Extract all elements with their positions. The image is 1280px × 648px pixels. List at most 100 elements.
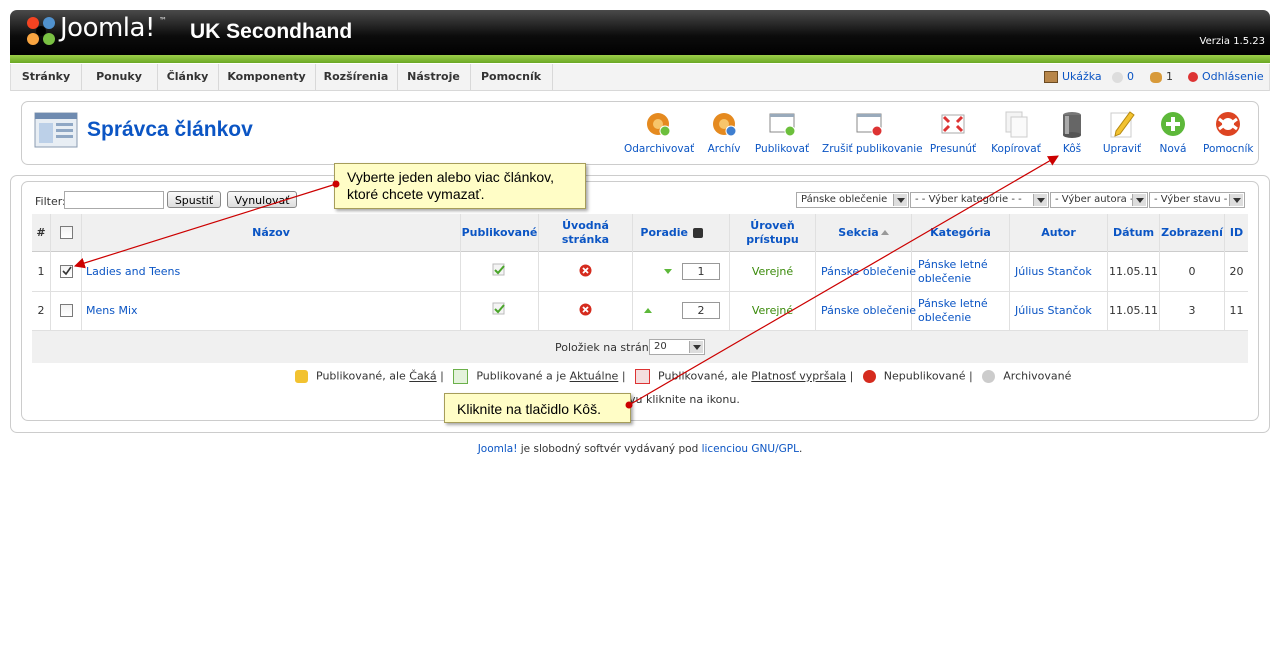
header-published[interactable]: Publikované bbox=[461, 214, 538, 251]
trash-button[interactable]: Kôš bbox=[1055, 110, 1089, 160]
menu-menus[interactable]: Ponuky bbox=[81, 64, 158, 90]
archive-icon bbox=[713, 113, 737, 137]
access-level[interactable]: Verejné bbox=[730, 291, 815, 330]
category-link[interactable]: Pánske letné oblečenie bbox=[918, 252, 1004, 291]
header-frontpage[interactable]: Úvodná stránka bbox=[539, 214, 632, 251]
author-select[interactable]: - Výber autora - bbox=[1050, 192, 1148, 208]
header-section[interactable]: Sekcia bbox=[816, 214, 911, 251]
header-author[interactable]: Autor bbox=[1010, 214, 1107, 251]
unpublish-button[interactable]: Zrušiť publikovanie bbox=[822, 110, 923, 160]
article-manager-icon bbox=[34, 112, 78, 148]
reset-button[interactable]: Vynulovať bbox=[227, 191, 297, 208]
license-link[interactable]: licenciou GNU/GPL bbox=[702, 443, 799, 455]
not-frontpage-icon[interactable] bbox=[579, 303, 592, 316]
unpublished-icon bbox=[862, 370, 876, 383]
category-link[interactable]: Pánske letné oblečenie bbox=[918, 291, 1004, 330]
section-select[interactable]: Pánske oblečenie bbox=[796, 192, 909, 208]
order-input[interactable]: 2 bbox=[682, 302, 720, 319]
row-checkbox[interactable] bbox=[60, 304, 73, 317]
article-title-link[interactable]: Mens Mix bbox=[86, 291, 138, 330]
move-up-icon[interactable] bbox=[644, 308, 652, 313]
current-icon bbox=[453, 369, 469, 384]
version-label: Verzia 1.5.23 bbox=[1199, 36, 1265, 47]
legend-hint: vu kliknite na ikonu. bbox=[629, 393, 740, 406]
select-all-checkbox[interactable] bbox=[60, 226, 73, 239]
hits-cell: 0 bbox=[1188, 264, 1196, 278]
category-select[interactable]: - - Výber kategórie - - bbox=[910, 192, 1049, 208]
pending-icon bbox=[295, 370, 308, 383]
order-input[interactable]: 1 bbox=[682, 263, 720, 280]
header-num: # bbox=[36, 225, 46, 239]
joomla-logo-text: Joomla! bbox=[60, 13, 155, 43]
menu-tools[interactable]: Nástroje bbox=[397, 64, 471, 90]
hits-cell: 3 bbox=[1188, 303, 1196, 317]
move-button[interactable]: Presunúť bbox=[929, 110, 977, 160]
header-date[interactable]: Dátum bbox=[1108, 214, 1159, 251]
chevron-down-icon bbox=[1229, 194, 1243, 206]
callout-select-articles: Vyberte jeden alebo viac článkov, ktoré … bbox=[334, 163, 586, 209]
new-icon bbox=[1161, 112, 1185, 136]
copy-button[interactable]: Kopírovať bbox=[990, 110, 1042, 160]
page-title: Správca článkov bbox=[87, 118, 253, 141]
publish-icon bbox=[769, 113, 796, 137]
help-button[interactable]: Pomocník bbox=[1203, 110, 1253, 160]
article-title-link[interactable]: Ladies and Teens bbox=[86, 252, 180, 291]
menu-components[interactable]: Komponenty bbox=[218, 64, 316, 90]
filter-input[interactable] bbox=[64, 191, 164, 209]
users-indicator[interactable]: 1 bbox=[1150, 64, 1173, 90]
author-link[interactable]: Július Stančok bbox=[1015, 291, 1092, 330]
menu-articles[interactable]: Články bbox=[157, 64, 219, 90]
preview-link[interactable]: Ukážka bbox=[1044, 64, 1102, 90]
menu-help[interactable]: Pomocník bbox=[470, 64, 553, 90]
logout-icon bbox=[1188, 72, 1198, 82]
published-icon[interactable] bbox=[492, 263, 506, 277]
header-id[interactable]: ID bbox=[1225, 214, 1248, 251]
header-category[interactable]: Kategória bbox=[912, 214, 1009, 251]
logout-link[interactable]: Odhlásenie bbox=[1188, 64, 1264, 90]
filter-label: Filter: bbox=[35, 195, 66, 208]
go-button[interactable]: Spustiť bbox=[167, 191, 221, 208]
access-level[interactable]: Verejné bbox=[730, 252, 815, 291]
edit-button[interactable]: Upraviť bbox=[1102, 110, 1142, 160]
expired-icon bbox=[635, 369, 651, 384]
status-legend: Publikované, ale Čaká | Publikované a je… bbox=[295, 369, 1071, 384]
header-hits[interactable]: Zobrazení bbox=[1160, 214, 1224, 251]
header-order[interactable]: Poradie bbox=[633, 214, 703, 251]
edit-icon bbox=[1110, 111, 1135, 138]
row-checkbox[interactable] bbox=[60, 265, 73, 278]
published-icon[interactable] bbox=[492, 302, 506, 316]
move-down-icon[interactable] bbox=[664, 269, 672, 274]
unarchive-icon bbox=[647, 113, 671, 137]
chevron-down-icon bbox=[1033, 194, 1047, 206]
joomla-link[interactable]: Joomla! bbox=[478, 443, 518, 455]
row-number: 2 bbox=[37, 303, 45, 317]
copy-icon bbox=[1005, 111, 1028, 138]
per-page-select[interactable]: 20 bbox=[649, 339, 705, 355]
not-frontpage-icon[interactable] bbox=[579, 264, 592, 277]
menu-extensions[interactable]: Rozšírenia bbox=[315, 64, 398, 90]
archive-button[interactable]: Archív bbox=[704, 110, 744, 160]
section-link[interactable]: Pánske oblečenie bbox=[821, 291, 916, 330]
sort-asc-icon bbox=[880, 230, 889, 235]
header-access[interactable]: Úroveň prístupu bbox=[730, 214, 815, 251]
save-order-icon[interactable] bbox=[693, 227, 703, 238]
check-icon bbox=[62, 266, 72, 276]
messages-indicator[interactable]: 0 bbox=[1112, 64, 1134, 90]
publish-button[interactable]: Publikovať bbox=[754, 110, 810, 160]
users-icon bbox=[1150, 71, 1162, 83]
move-icon bbox=[941, 114, 965, 134]
state-select[interactable]: - Výber stavu - bbox=[1149, 192, 1245, 208]
site-name: UK Secondhand bbox=[190, 20, 353, 43]
unpublish-icon bbox=[856, 113, 883, 137]
archived-icon bbox=[982, 370, 996, 383]
author-link[interactable]: Július Stančok bbox=[1015, 252, 1092, 291]
menu-pages[interactable]: Stránky bbox=[11, 64, 82, 90]
callout-click-trash: Kliknite na tlačidlo Kôš. bbox=[444, 393, 631, 423]
unarchive-button[interactable]: Odarchivovať bbox=[624, 110, 694, 160]
admin-menu-bar: Stránky Ponuky Články Komponenty Rozšíre… bbox=[10, 64, 1270, 91]
header-title[interactable]: Názov bbox=[82, 214, 460, 251]
chevron-down-icon bbox=[1132, 194, 1146, 206]
date-cell: 11.05.11 bbox=[1109, 303, 1158, 317]
section-link[interactable]: Pánske oblečenie bbox=[821, 252, 916, 291]
new-button[interactable]: Nová bbox=[1155, 110, 1191, 160]
